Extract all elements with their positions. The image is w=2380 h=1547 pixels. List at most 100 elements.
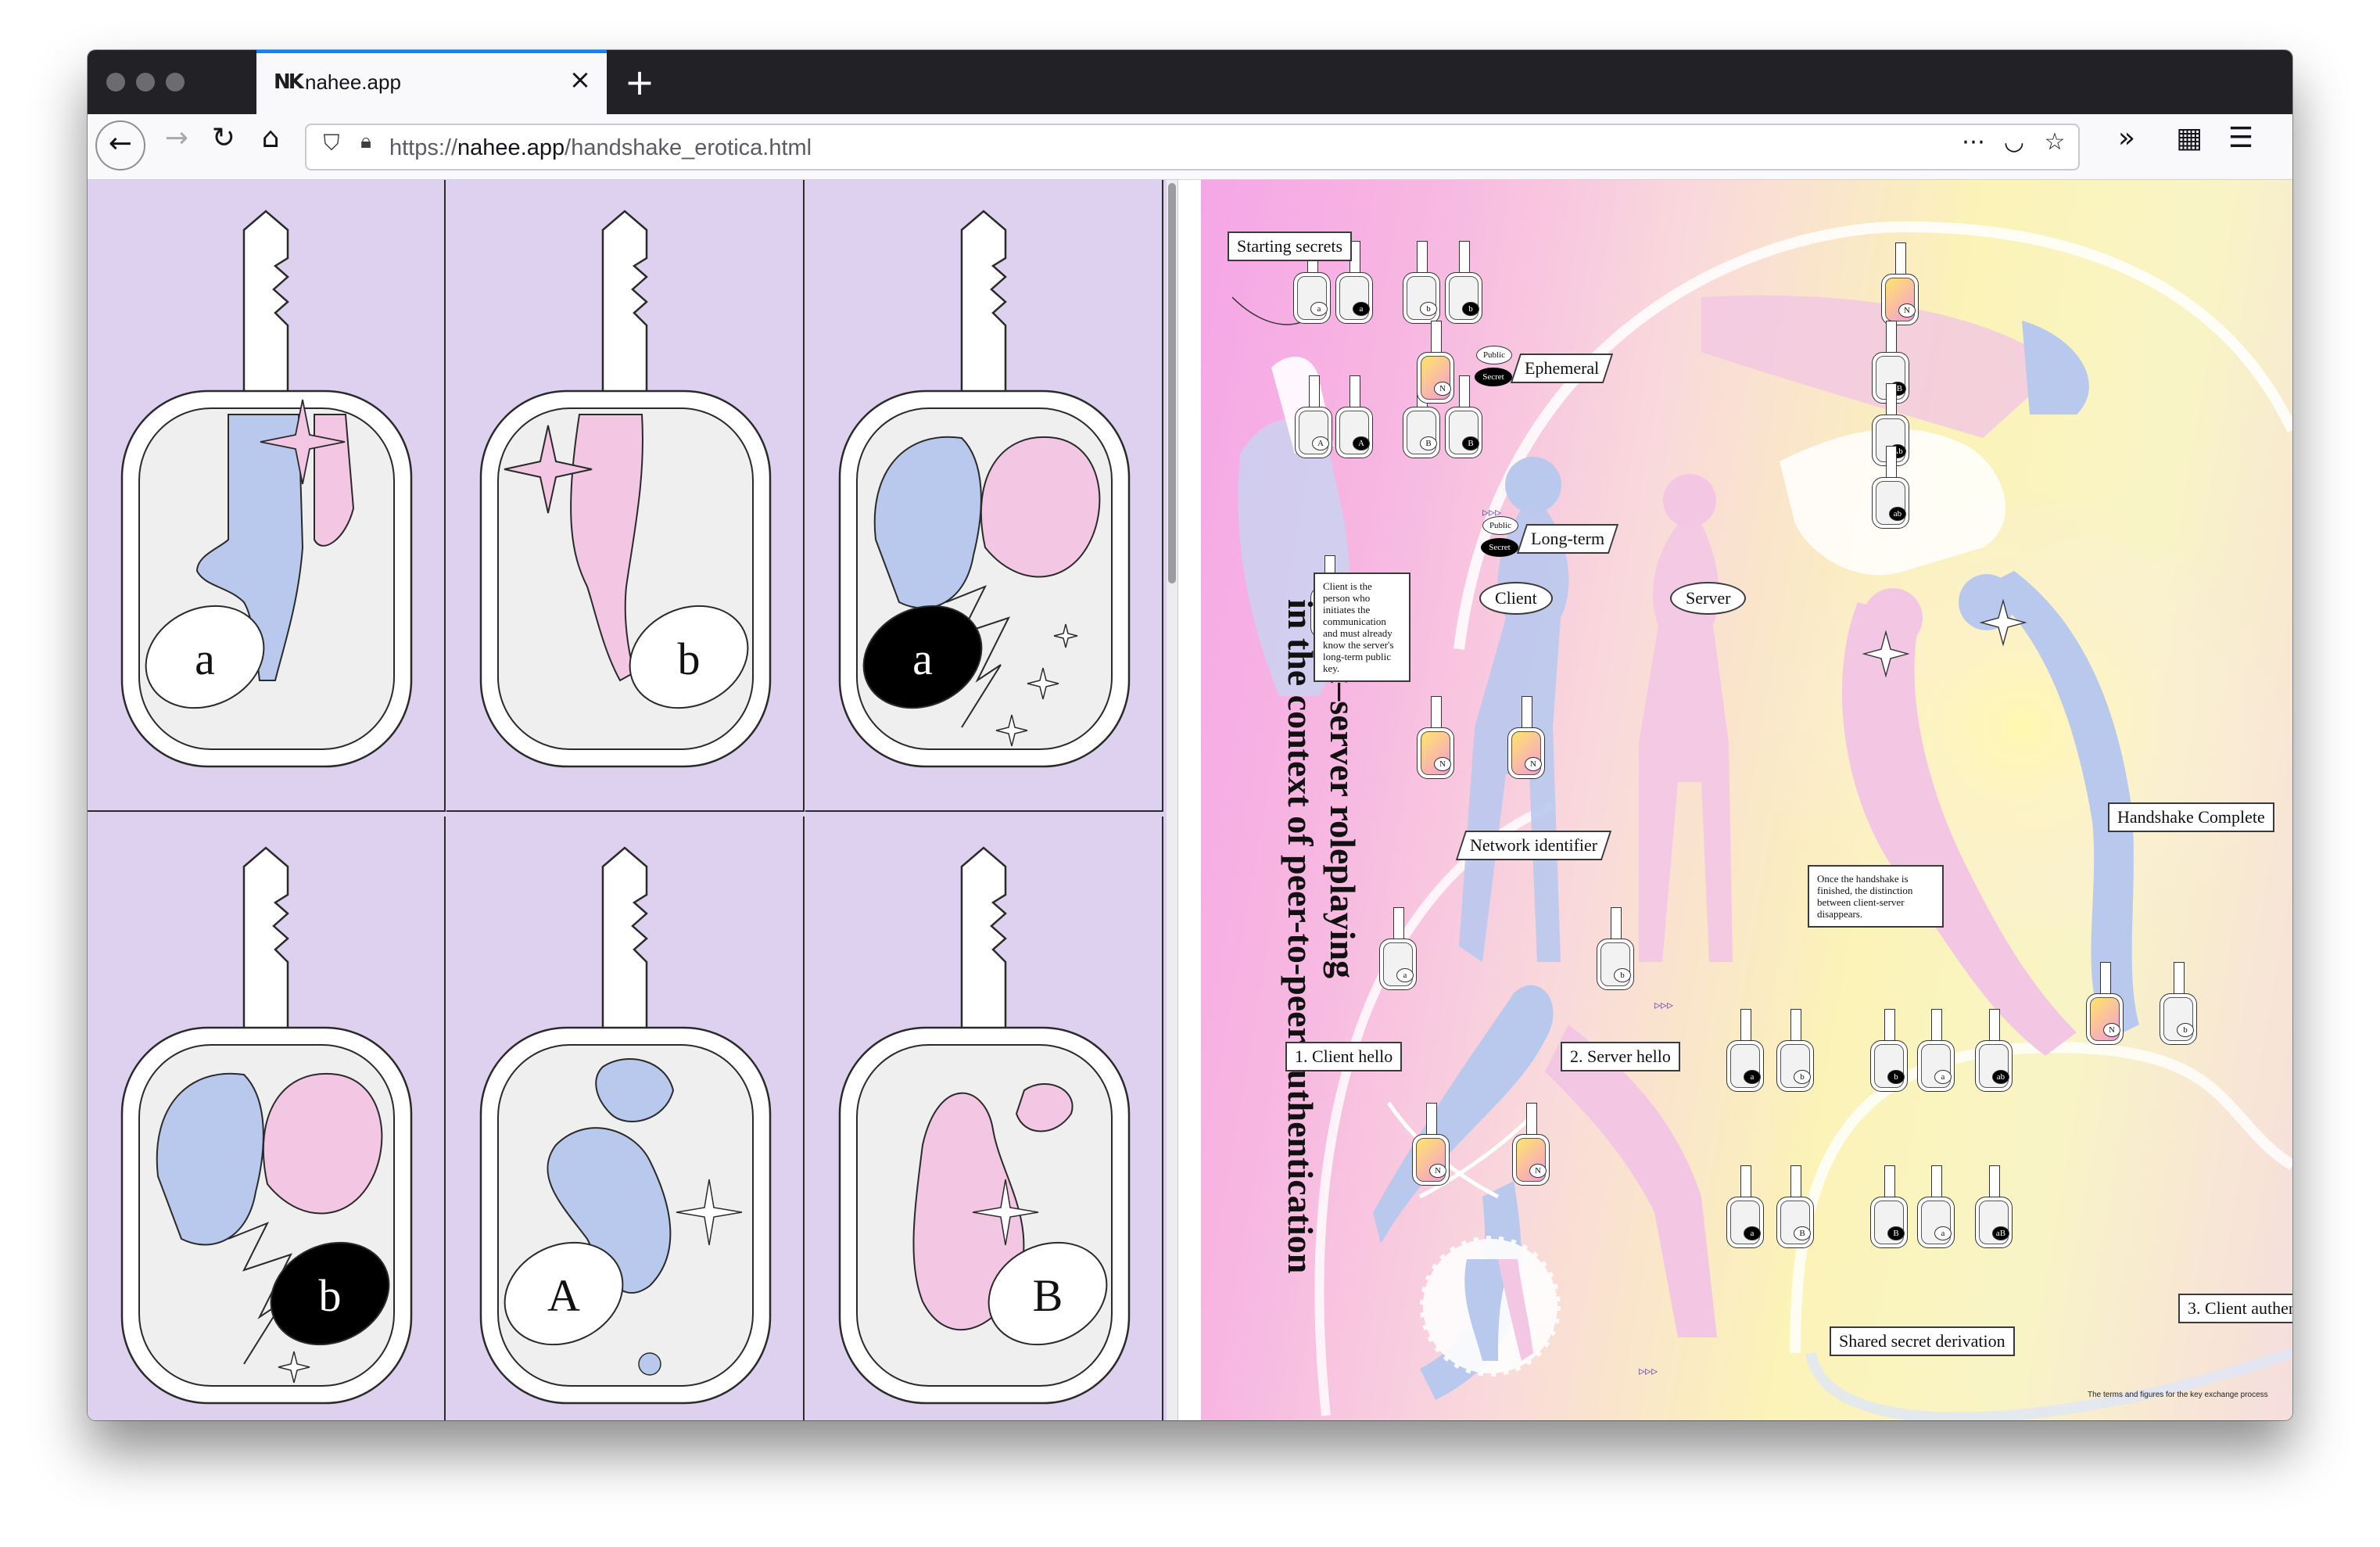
chevron-icon: ▹▹▹ — [1654, 997, 1673, 1012]
mini-key-letter: a — [1396, 968, 1414, 982]
poster-title: client–server roleplaying in the context… — [1279, 599, 1364, 1381]
key-letter: a — [195, 634, 215, 684]
mini-key-letter: N — [1434, 757, 1451, 771]
top-arm-blue — [2022, 321, 2089, 415]
back-arrow-icon[interactable]: ← — [95, 120, 145, 170]
key-card-4: b — [88, 817, 446, 1420]
mini-key-letter: N — [2103, 1023, 2120, 1037]
key-illustration: b — [120, 846, 413, 1405]
minimize-window-icon[interactable] — [136, 73, 155, 92]
maximize-window-icon[interactable] — [166, 73, 185, 92]
label-server: Server — [1670, 582, 1747, 615]
key-letter: a — [912, 634, 933, 684]
bookmark-star-icon[interactable]: ☆ — [2036, 128, 2074, 166]
note-client-definition: Client is the person who initiates the c… — [1314, 572, 1410, 682]
key-illustration: A — [479, 846, 772, 1405]
mini-key-letter: B — [1794, 1226, 1811, 1240]
key-illustration: b — [479, 210, 772, 768]
mini-key-letter: a — [1353, 302, 1370, 316]
client-head — [1505, 457, 1561, 513]
mini-key-letter: b — [2177, 1023, 2194, 1037]
mini-key-letter: b — [1420, 302, 1437, 316]
label-server-hello: 2. Server hello — [1561, 1042, 1680, 1071]
secret-pill-ephemeral: Secret — [1475, 368, 1512, 386]
close-window-icon[interactable] — [106, 73, 125, 92]
pane-divider[interactable] — [1177, 180, 1201, 1420]
mini-key-letter: b — [1794, 1070, 1811, 1084]
home-icon[interactable]: ⌂ — [247, 122, 294, 169]
tab-nahee[interactable]: NK nahee.app × — [256, 50, 607, 114]
mini-key-letter: a — [1744, 1226, 1761, 1240]
page-content: ◀◀◀◀◀◀◀◀◀◀◀◀◀◀◀◀◀◀◀◀◀ ababAB — [88, 180, 2292, 1420]
url-text[interactable]: https://nahee.app/handshake_erotica.html — [389, 135, 812, 161]
mini-key-letter: b — [1887, 1070, 1905, 1084]
label-network-identifier: Network identifier — [1455, 831, 1612, 860]
mini-key-letter: a — [1934, 1070, 1952, 1084]
label-client: Client — [1479, 582, 1553, 615]
chevron-icon: ▹▹▹ — [1639, 1363, 1658, 1378]
label-shared-secret-derivation: Shared secret derivation — [1830, 1326, 2015, 1356]
key-card-2: b — [446, 180, 805, 812]
label-client-hello: 1. Client hello — [1285, 1042, 1403, 1071]
mini-key-letter: A — [1353, 436, 1370, 450]
mini-key-letter: b — [1614, 968, 1631, 982]
more-icon[interactable]: ⋯ — [1955, 128, 1992, 166]
key-letter: A — [547, 1270, 580, 1321]
mini-key-letter: N — [1434, 382, 1451, 396]
key-card-6: B — [805, 817, 1163, 1420]
poster-footer: The terms and figures for the key exchan… — [2088, 1391, 2268, 1399]
label-long-term: Long-term — [1516, 524, 1619, 554]
key-letter: B — [1033, 1270, 1063, 1321]
hello-figure-pink — [1545, 1025, 1717, 1337]
poster-title-line-1: client–server roleplaying — [1323, 599, 1363, 979]
key-illustration: a — [838, 210, 1131, 768]
browser-window: NK nahee.app × + ← → ↻ ⌂ ⛉ 🔒︎ https://na… — [88, 50, 2292, 1420]
site-favicon-icon: NK — [274, 70, 304, 94]
label-handshake-complete: Handshake Complete — [2108, 802, 2274, 832]
mini-key-letter: b — [1462, 302, 1479, 316]
scroll-thumb[interactable] — [1168, 183, 1176, 583]
url-bar[interactable]: ⛉ 🔒︎ https://nahee.app/handshake_erotica… — [305, 124, 2080, 170]
mini-key-letter: a — [1744, 1070, 1761, 1084]
scrollbar[interactable] — [1167, 180, 1177, 1420]
mini-key-letter: ab — [1889, 507, 1906, 521]
mini-key-letter: N — [1525, 757, 1542, 771]
key-illustration: a — [120, 210, 413, 768]
key-grid-pane: ◀◀◀◀◀◀◀◀◀◀◀◀◀◀◀◀◀◀◀◀◀ ababAB — [88, 180, 1177, 1420]
secret-pill-long-term: Secret — [1481, 538, 1518, 557]
public-pill-long-term: Public — [1482, 516, 1518, 535]
new-tab-button[interactable]: + — [618, 61, 661, 105]
mini-key-letter: A — [1312, 436, 1329, 450]
flow-ribbon-4 — [1805, 1348, 2292, 1420]
lock-icon[interactable]: 🔒︎ — [352, 130, 380, 164]
server-head — [1663, 474, 1716, 527]
mini-key-letter: B — [1420, 436, 1437, 450]
tab-title: nahee.app — [305, 70, 401, 94]
forward-arrow-icon[interactable]: → — [153, 122, 200, 169]
close-tab-icon[interactable]: × — [565, 64, 596, 99]
shield-icon[interactable]: ⛉ — [316, 130, 347, 164]
label-starting-secrets: Starting secrets — [1228, 232, 1353, 261]
key-letter: b — [678, 634, 701, 684]
mini-key-letter: N — [1898, 303, 1916, 318]
complete-head-pink — [1863, 588, 1923, 648]
mini-key-letter: B — [1462, 436, 1479, 450]
navigation-toolbar: ← → ↻ ⌂ ⛉ 🔒︎ https://nahee.app/handshake… — [88, 114, 2292, 180]
key-illustration: B — [838, 846, 1131, 1405]
mini-key-letter: a — [1310, 302, 1328, 316]
extensions-icon[interactable]: ▦ — [2166, 122, 2213, 169]
mini-key-letter: N — [1529, 1164, 1547, 1178]
pocket-icon[interactable]: ◡ — [1995, 128, 2033, 166]
note-handshake-finished: Once the handshake is finished, the dist… — [1808, 865, 1944, 928]
tab-bar: NK nahee.app × + — [88, 50, 2292, 114]
poster-title-line-2: in the context of peer-to-peer authentic… — [1281, 599, 1321, 1274]
mini-key-letter: ab — [1992, 1070, 2009, 1084]
public-pill-ephemeral: Public — [1476, 346, 1512, 364]
key-card-5: A — [446, 817, 805, 1420]
menu-icon[interactable]: ☰ — [2217, 122, 2264, 169]
overflow-icon[interactable]: » — [2103, 122, 2150, 169]
reload-icon[interactable]: ↻ — [200, 122, 247, 169]
mini-key-letter: a — [1934, 1226, 1952, 1240]
mini-key-letter: B — [1887, 1226, 1905, 1240]
key-letter: b — [319, 1270, 342, 1321]
